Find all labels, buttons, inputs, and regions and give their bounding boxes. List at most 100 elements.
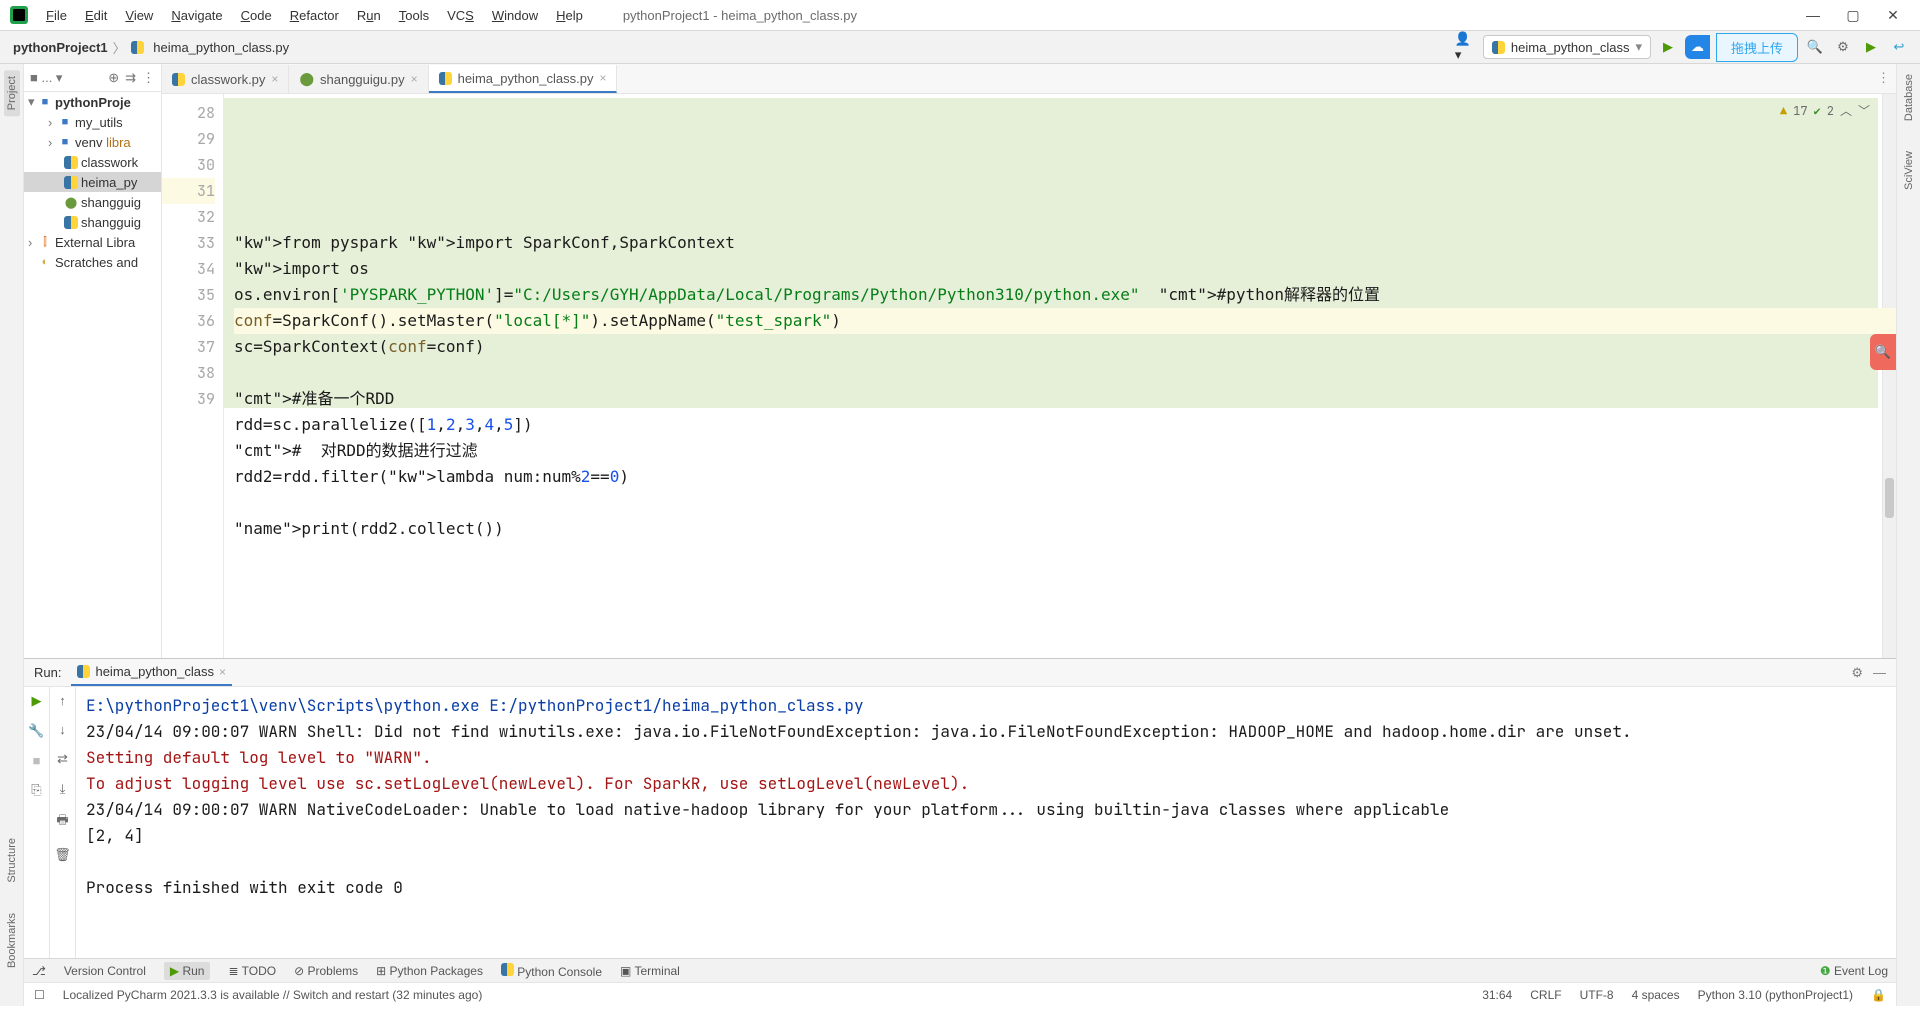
python-file-icon xyxy=(172,73,185,86)
code-editor[interactable]: 282930313233343536373839 ▲17 ✔2 ︿ ﹀ "kw"… xyxy=(162,94,1896,658)
attach-debug-icon[interactable]: 🔧 xyxy=(28,723,44,739)
project-panel: ■ ... ▾ ⊕ ⇉ ⋮ ▾■pythonProje ›■my_utils ›… xyxy=(24,64,162,658)
expand-icon[interactable]: ⇉ xyxy=(125,70,136,86)
tab-python-console[interactable]: Python Console xyxy=(501,963,602,979)
print-icon[interactable]: 🖶 xyxy=(56,811,68,833)
menu-run[interactable]: Run xyxy=(349,4,389,27)
tool-structure-tab[interactable]: Structure xyxy=(6,838,18,883)
tool-database-tab[interactable]: Database xyxy=(1903,74,1915,121)
typo-icon: ✔ xyxy=(1814,98,1821,124)
tab-problems[interactable]: ⊘ Problems xyxy=(294,964,358,978)
run-tab[interactable]: heima_python_class× xyxy=(71,660,232,686)
bottom-tools: ⎇ Version Control ▶ Run ≣ TODO ⊘ Problems… xyxy=(24,958,1896,982)
run-config-name: heima_python_class xyxy=(1511,40,1630,55)
tab-heima[interactable]: heima_python_class.py× xyxy=(429,65,618,93)
window-title: pythonProject1 - heima_python_class.py xyxy=(591,8,1804,23)
minimize-button[interactable]: — xyxy=(1804,7,1822,24)
locate-icon[interactable]: ⊕ xyxy=(108,70,119,86)
warning-icon: ▲ xyxy=(1780,98,1787,124)
menu-refactor[interactable]: Refactor xyxy=(282,4,347,27)
status-encoding[interactable]: UTF-8 xyxy=(1580,988,1614,1002)
run-button[interactable]: ▶ xyxy=(1657,36,1679,58)
add-user-icon[interactable]: 👤▾ xyxy=(1455,36,1477,58)
tool-sciview-tab[interactable]: SciView xyxy=(1903,151,1915,190)
status-bar: ☐ Localized PyCharm 2021.3.3 is availabl… xyxy=(24,982,1896,1006)
editor-gutter: 282930313233343536373839 xyxy=(162,94,224,658)
chevron-down-icon: ▾ xyxy=(1635,39,1642,55)
breadcrumb-project[interactable]: pythonProject1 xyxy=(10,40,111,55)
tab-classwork[interactable]: classwork.py× xyxy=(162,65,289,93)
chevron-up-icon[interactable]: ︿ xyxy=(1840,98,1852,124)
trash-icon[interactable]: 🗑 xyxy=(54,847,71,863)
soft-wrap-icon[interactable]: ⇄ xyxy=(57,751,68,767)
tool-bookmarks-tab[interactable]: Bookmarks xyxy=(6,913,18,968)
status-interpreter[interactable]: Python 3.10 (pythonProject1) xyxy=(1698,988,1853,1002)
run-actions-secondary: ↑ ↓ ⇄ ⤓ 🖶 🗑 xyxy=(50,687,76,958)
breadcrumb-file[interactable]: heima_python_class.py xyxy=(128,40,292,55)
gear-icon[interactable]: ⚙ xyxy=(1851,665,1863,681)
upload-button[interactable]: 拖拽上传 xyxy=(1716,33,1798,62)
close-icon[interactable]: × xyxy=(411,72,418,86)
hide-panel-icon[interactable]: — xyxy=(1873,665,1886,681)
tab-run[interactable]: ▶ Run xyxy=(164,962,211,980)
close-icon[interactable]: × xyxy=(219,665,226,679)
tabs-more-icon[interactable]: ⋮ xyxy=(1877,70,1890,86)
window-controls: — ▢ ✕ xyxy=(1804,7,1920,24)
search-icon[interactable]: 🔍 xyxy=(1804,36,1826,58)
python-file-icon xyxy=(131,41,144,54)
menu-file[interactable]: File xyxy=(38,4,75,27)
close-icon[interactable]: × xyxy=(271,72,278,86)
app-icon xyxy=(10,6,28,24)
tab-version-control[interactable]: Version Control xyxy=(64,964,146,978)
right-tool-strip: Database SciView xyxy=(1896,64,1920,1006)
status-eol[interactable]: CRLF xyxy=(1530,988,1561,1002)
menu-vcs[interactable]: VCS xyxy=(439,4,482,27)
tab-todo[interactable]: ≣ TODO xyxy=(228,964,276,978)
run-actions-primary: ▶ 🔧 ■ ⎘ xyxy=(24,687,50,958)
editor-area: classwork.py× ⬤shangguigu.py× heima_pyth… xyxy=(162,64,1896,658)
menu-window[interactable]: Window xyxy=(484,4,546,27)
run-anything-icon[interactable]: ▶ xyxy=(1860,36,1882,58)
search-slider-icon[interactable]: 🔍 xyxy=(1870,334,1896,370)
run-config-selector[interactable]: heima_python_class ▾ xyxy=(1483,35,1651,59)
nav-bar: pythonProject1 〉 heima_python_class.py 👤… xyxy=(0,30,1920,64)
project-view-select[interactable]: ■ ... ▾ xyxy=(30,70,62,86)
close-icon[interactable]: × xyxy=(599,71,606,85)
menu-navigate[interactable]: Navigate xyxy=(163,4,230,27)
tab-shangguigu[interactable]: ⬤shangguigu.py× xyxy=(289,65,428,93)
tab-python-packages[interactable]: ⊞ Python Packages xyxy=(376,964,483,978)
menu-edit[interactable]: Edit xyxy=(77,4,115,27)
tool-project-tab[interactable]: Project xyxy=(4,70,20,116)
code-text[interactable]: ▲17 ✔2 ︿ ﹀ "kw">from pyspark "kw">import… xyxy=(224,94,1896,658)
status-indent[interactable]: 4 spaces xyxy=(1632,988,1680,1002)
git-icon[interactable]: ⎇ xyxy=(32,964,46,978)
menu-view[interactable]: View xyxy=(117,4,161,27)
scroll-end-icon[interactable]: ⤓ xyxy=(60,781,66,797)
menu-help[interactable]: Help xyxy=(548,4,591,27)
status-message[interactable]: Localized PyCharm 2021.3.3 is available … xyxy=(63,988,483,1002)
collapse-icon[interactable]: ⋮ xyxy=(142,70,155,86)
chevron-down-icon[interactable]: ﹀ xyxy=(1858,98,1870,124)
rerun-button[interactable]: ▶ xyxy=(32,693,42,709)
event-log-tab[interactable]: ❶ Event Log xyxy=(1820,964,1888,978)
cloud-upload-icon[interactable]: ☁ xyxy=(1685,35,1710,59)
exit-icon[interactable]: ⎘ xyxy=(31,782,41,798)
editor-tabs: classwork.py× ⬤shangguigu.py× heima_pyth… xyxy=(162,64,1896,94)
menu-code[interactable]: Code xyxy=(233,4,280,27)
python-file-icon xyxy=(1492,41,1505,54)
inspection-widget[interactable]: ▲17 ✔2 ︿ ﹀ xyxy=(1780,98,1870,124)
tab-terminal[interactable]: ▣ Terminal xyxy=(620,964,680,978)
up-icon[interactable]: ↑ xyxy=(59,693,66,708)
stop-button[interactable]: ■ xyxy=(33,753,41,768)
status-toggle-icon[interactable]: ☐ xyxy=(34,988,45,1002)
run-console[interactable]: E:\pythonProject1\venv\Scripts\python.ex… xyxy=(76,687,1896,958)
lock-icon[interactable]: 🔒 xyxy=(1871,988,1886,1002)
gear-icon[interactable]: ⚙ xyxy=(1832,36,1854,58)
project-tree[interactable]: ▾■pythonProje ›■my_utils ›■venv libra cl… xyxy=(24,92,161,658)
close-button[interactable]: ✕ xyxy=(1884,7,1902,24)
menu-tools[interactable]: Tools xyxy=(391,4,437,27)
return-icon[interactable]: ↩ xyxy=(1888,36,1910,58)
maximize-button[interactable]: ▢ xyxy=(1844,7,1862,24)
status-caret[interactable]: 31:64 xyxy=(1482,988,1512,1002)
down-icon[interactable]: ↓ xyxy=(59,722,66,737)
